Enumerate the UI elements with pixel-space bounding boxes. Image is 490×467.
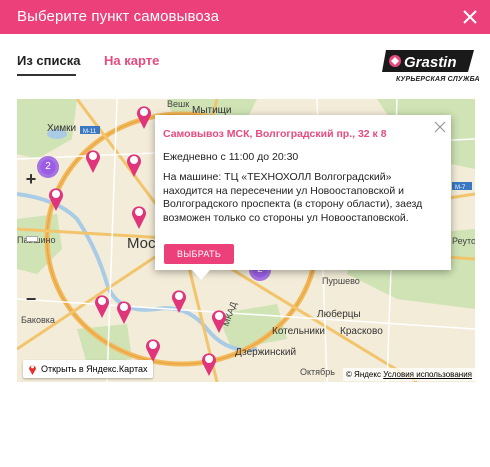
pickup-marker[interactable] (210, 307, 228, 333)
pickup-balloon: Самовывоз МСК, Волгоградский пр., 32 к 8… (155, 115, 451, 270)
pickup-marker[interactable] (135, 103, 153, 129)
label-moscow: Мос (127, 235, 156, 252)
logo-subtitle: КУРЬЕРСКАЯ СЛУЖБА (396, 76, 480, 83)
balloon-title: Самовывоз МСК, Волгоградский пр., 32 к 8 (163, 128, 387, 140)
dialog-title: Выберите пункт самовывоза (17, 8, 220, 25)
terms-link[interactable]: Условия использования (383, 370, 472, 379)
map-copyright: © Яндекс Условия использования (342, 368, 475, 381)
balloon-tail (192, 270, 210, 280)
label-purshevo: Пуршево (322, 276, 360, 286)
label-dzerzhinsky: Дзержинский (235, 347, 297, 358)
tab-list[interactable]: Из списка (17, 53, 80, 68)
map-pin-icon (29, 365, 36, 375)
logo-brand-text: Grastin (404, 54, 457, 71)
map[interactable]: М-11 М-7 Химки Мытищи Вешк Мос Реутов Пу… (17, 99, 475, 382)
label-reutov: Реутов (452, 236, 475, 246)
zoom-in-button[interactable]: + (17, 167, 45, 193)
balloon-description: На машине: ТЦ «ТЕХНОХОЛЛ Волгоградский» … (163, 171, 423, 224)
dialog-header: Выберите пункт самовывоза (0, 0, 490, 34)
zoom-slider-thumb[interactable] (26, 236, 38, 242)
pickup-marker[interactable] (47, 185, 65, 211)
pickup-marker[interactable] (170, 287, 188, 313)
pickup-marker[interactable] (84, 147, 102, 173)
zoom-out-button[interactable]: − (17, 287, 45, 313)
pickup-marker[interactable] (144, 336, 162, 362)
label-bakovka: Баковка (21, 315, 55, 325)
pickup-marker[interactable] (93, 292, 111, 318)
tab-map[interactable]: На карте (104, 53, 159, 68)
close-icon[interactable] (458, 5, 482, 29)
copyright-text: © Яндекс (345, 370, 381, 379)
label-kraskovo: Красково (340, 326, 383, 337)
pickup-dialog: Выберите пункт самовывоза Из списка На к… (0, 0, 490, 467)
svg-text:М-7: М-7 (455, 185, 466, 191)
open-yandex-label: Открыть в Яндекс.Картах (41, 364, 148, 374)
pickup-marker[interactable] (200, 350, 218, 376)
pickup-marker[interactable] (115, 298, 133, 324)
zoom-slider[interactable] (26, 196, 38, 284)
svg-text:М-11: М-11 (83, 129, 97, 135)
label-khimki: Химки (47, 123, 77, 134)
balloon-close-icon[interactable] (434, 120, 446, 133)
label-oktyabrsky: Октябрь (300, 367, 335, 377)
label-kotelniki: Котельники (272, 326, 325, 337)
select-button[interactable]: ВЫБРАТЬ (164, 244, 234, 264)
pickup-marker[interactable] (125, 151, 143, 177)
pickup-marker[interactable] (130, 203, 148, 229)
balloon-hours: Ежедневно с 11:00 до 20:30 (163, 151, 299, 163)
label-vesh: Вешк (167, 99, 190, 109)
label-lyubertsy: Люберцы (317, 309, 361, 320)
open-yandex-maps-button[interactable]: Открыть в Яндекс.Картах (23, 360, 154, 378)
active-tab-underline (17, 74, 76, 76)
